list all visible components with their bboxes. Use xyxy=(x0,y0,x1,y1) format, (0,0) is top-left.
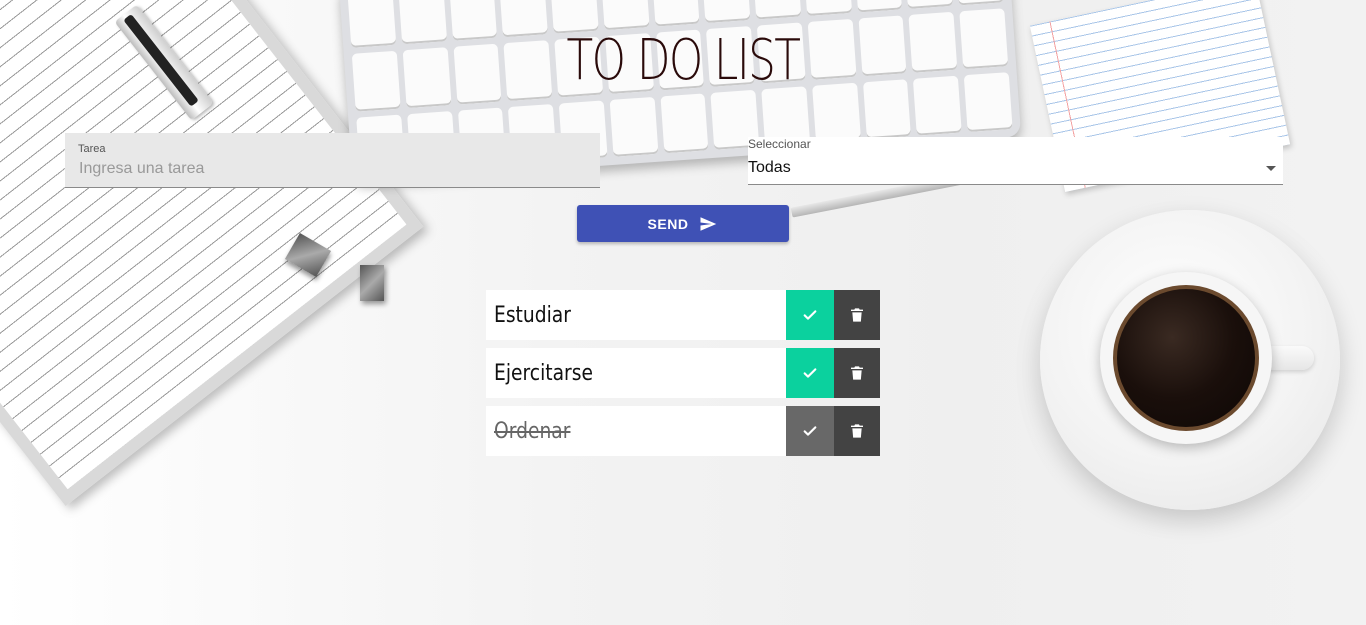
check-icon xyxy=(803,368,817,378)
delete-task-button[interactable] xyxy=(834,406,880,456)
complete-task-button[interactable] xyxy=(786,290,834,340)
task-input-field[interactable]: Tarea xyxy=(65,133,600,188)
task-text: Ejercitarse xyxy=(486,348,786,398)
complete-task-button[interactable] xyxy=(786,348,834,398)
task-input[interactable] xyxy=(77,159,581,179)
delete-task-button[interactable] xyxy=(834,348,880,398)
complete-task-button[interactable] xyxy=(786,406,834,456)
task-text: Ordenar xyxy=(486,406,786,456)
trash-icon xyxy=(851,366,863,380)
delete-task-button[interactable] xyxy=(834,290,880,340)
filter-select-value: Todas xyxy=(748,159,791,176)
trash-icon xyxy=(851,308,863,322)
page-title: TO DO LIST xyxy=(566,28,801,93)
task-row: Ordenar xyxy=(486,406,880,456)
background-coffee xyxy=(1113,285,1259,431)
send-button[interactable]: SEND xyxy=(577,205,789,242)
task-text: Estudiar xyxy=(486,290,786,340)
background-binder-clip xyxy=(360,265,384,301)
check-icon xyxy=(803,310,817,320)
caret-down-icon xyxy=(1266,166,1276,171)
filter-select-label: Seleccionar xyxy=(748,137,811,151)
filter-select[interactable]: Seleccionar Todas xyxy=(748,137,1283,185)
check-icon xyxy=(803,426,817,436)
task-input-label: Tarea xyxy=(78,143,106,155)
task-row: Estudiar xyxy=(486,290,880,340)
task-list: Estudiar Ejercitarse Ordenar xyxy=(486,290,880,464)
send-icon xyxy=(700,216,717,231)
task-row: Ejercitarse xyxy=(486,348,880,398)
send-button-label: SEND xyxy=(647,215,689,232)
trash-icon xyxy=(851,424,863,438)
